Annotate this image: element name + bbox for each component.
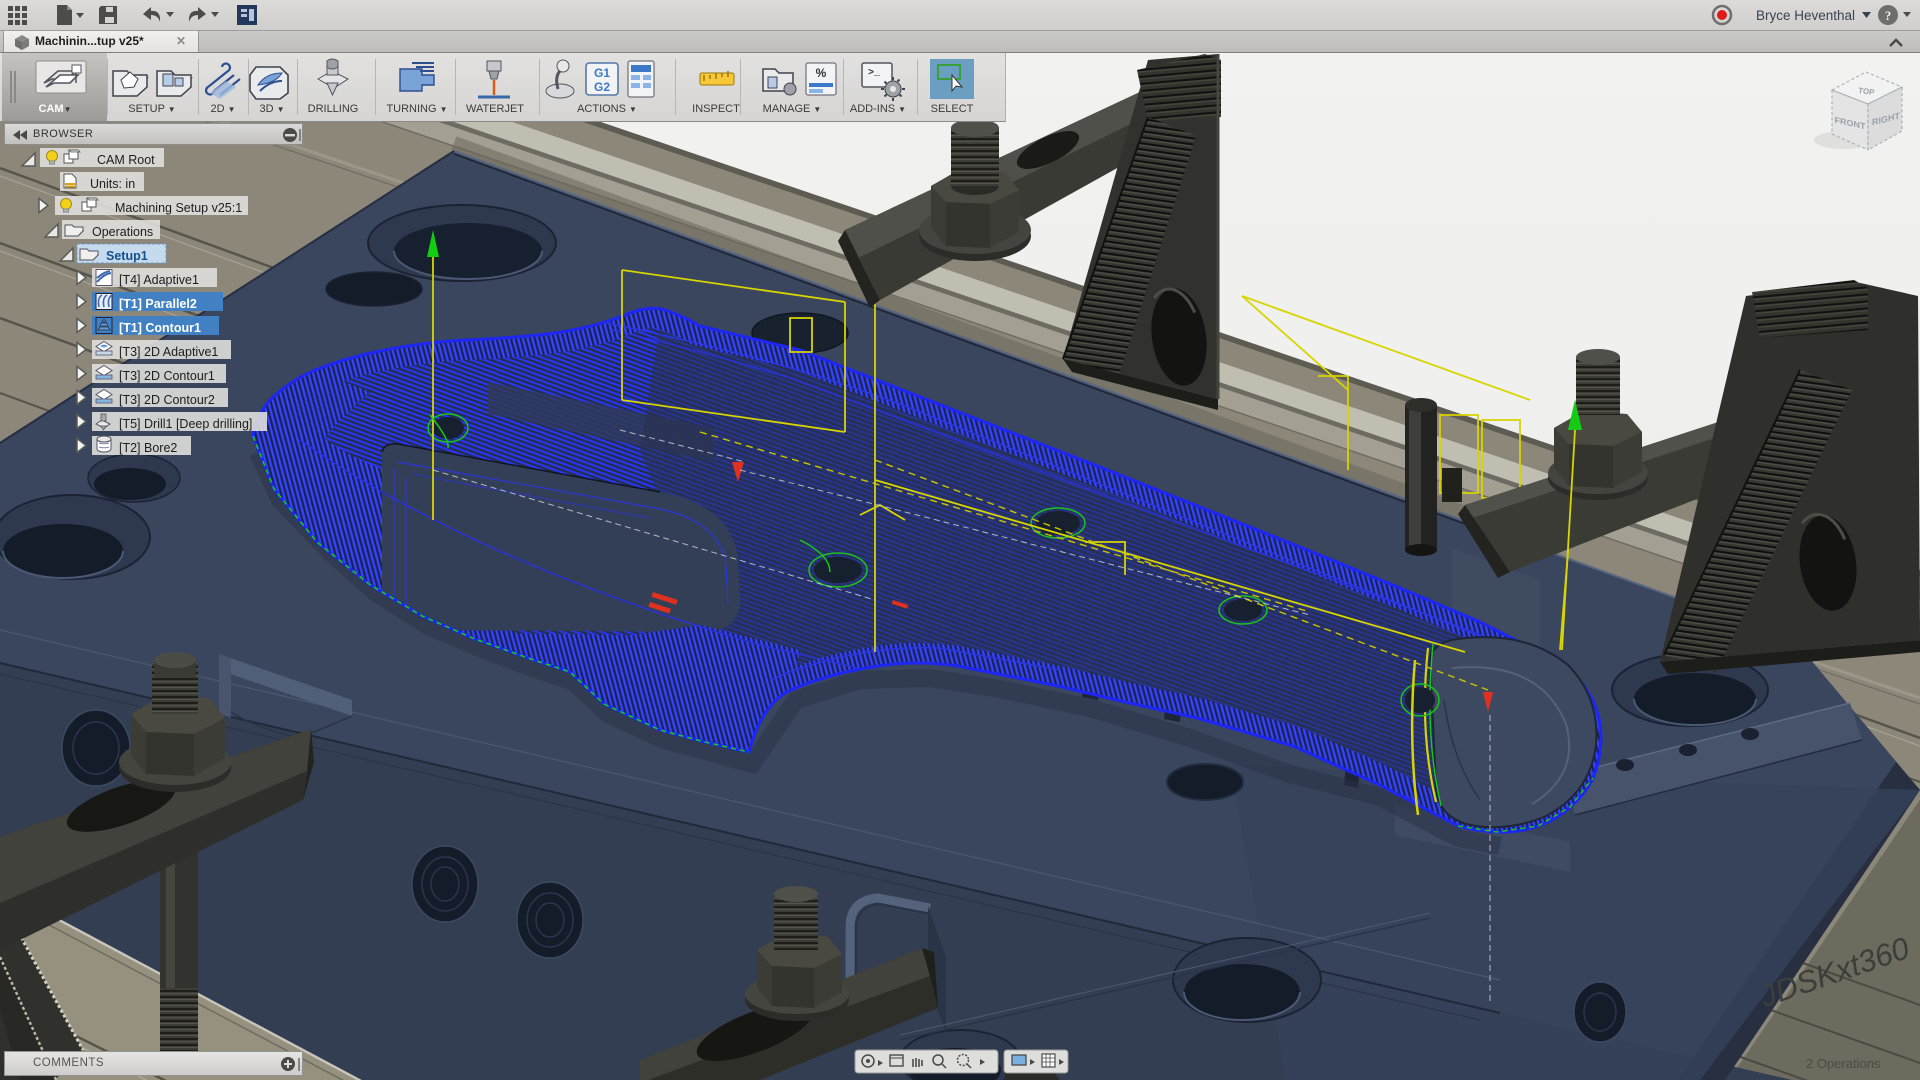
svg-text:Bryce Heventhal: Bryce Heventhal: [1756, 8, 1855, 23]
svg-text:%: %: [816, 66, 827, 80]
svg-text:>_: >_: [868, 68, 881, 79]
svg-text:?: ?: [1885, 8, 1892, 23]
svg-text:G1: G1: [594, 66, 610, 80]
svg-text:G2: G2: [594, 80, 610, 94]
